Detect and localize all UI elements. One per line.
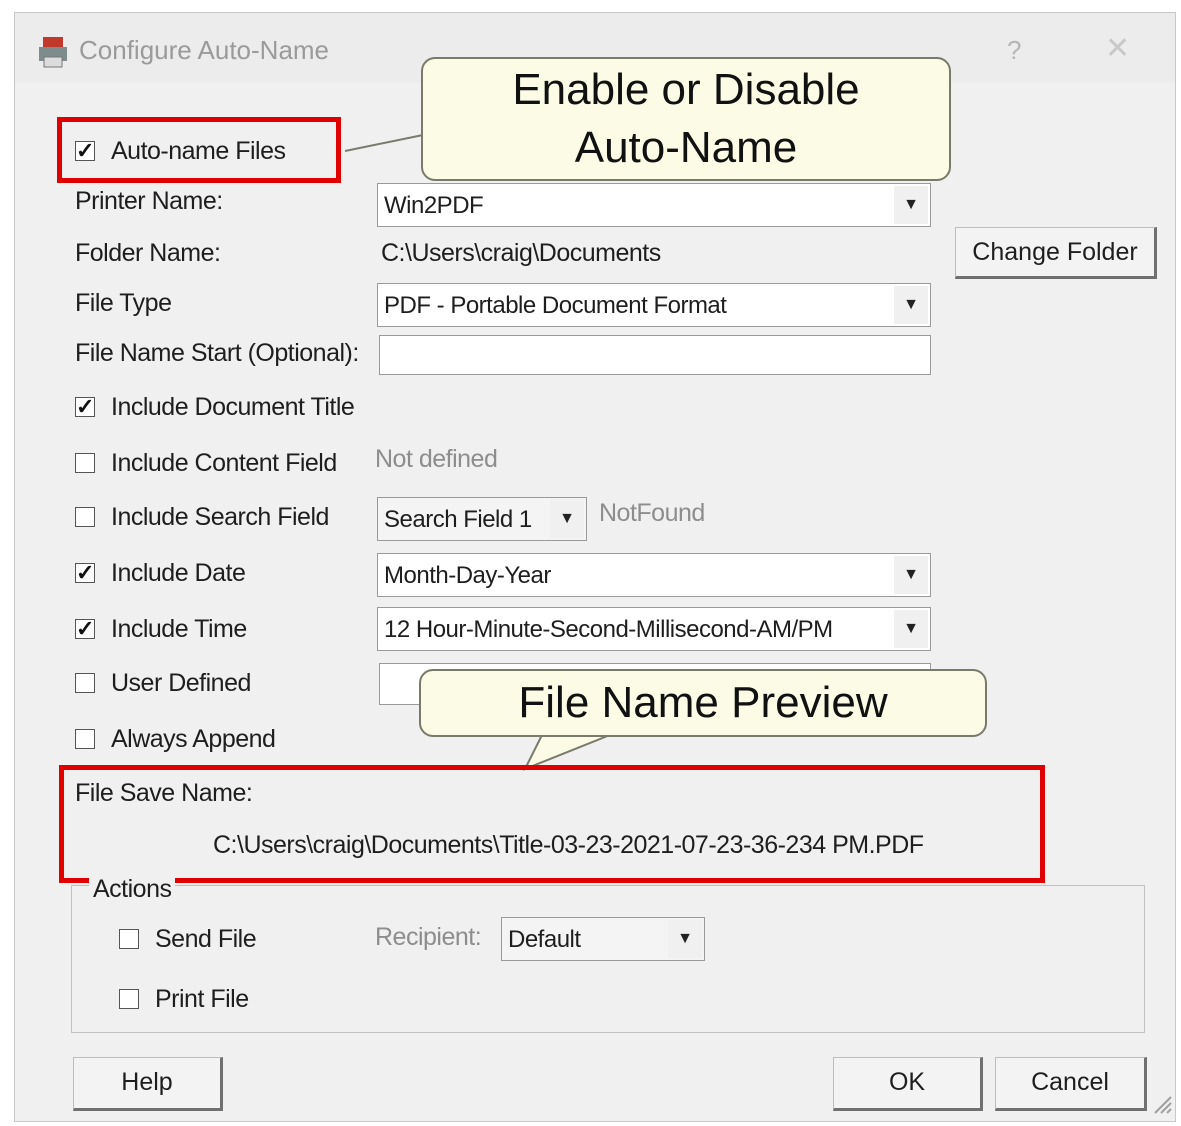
help-icon[interactable]: ? — [1007, 35, 1021, 66]
include-time-label: Include Time — [111, 615, 247, 643]
search-field-select[interactable]: Search Field 1 ▼ — [377, 497, 587, 541]
include-content-field-label: Include Content Field — [111, 449, 337, 477]
send-file-label: Send File — [155, 925, 257, 953]
search-field-status: NotFound — [599, 499, 705, 527]
date-format-value: Month-Day-Year — [384, 562, 551, 589]
include-date-label: Include Date — [111, 559, 246, 587]
chevron-down-icon[interactable]: ▼ — [668, 920, 702, 958]
recipient-label: Recipient: — [375, 923, 482, 951]
print-file-checkbox[interactable] — [119, 989, 139, 1009]
ok-button[interactable]: OK — [833, 1057, 983, 1111]
callout-pointer — [345, 134, 424, 152]
chevron-down-icon[interactable]: ▼ — [550, 500, 584, 538]
cancel-button[interactable]: Cancel — [995, 1057, 1147, 1111]
include-time-checkbox[interactable]: ✓ — [75, 616, 95, 641]
chevron-down-icon[interactable]: ▼ — [894, 186, 928, 224]
file-type-select[interactable]: PDF - Portable Document Format ▼ — [377, 283, 931, 327]
autoname-checkbox[interactable]: ✓ — [75, 138, 95, 163]
file-type-value: PDF - Portable Document Format — [384, 292, 727, 319]
change-folder-button[interactable]: Change Folder — [955, 227, 1157, 279]
printer-name-label: Printer Name: — [75, 187, 223, 215]
file-save-name-label: File Save Name: — [75, 779, 253, 807]
callout-line-2: Auto-Name — [574, 123, 798, 172]
time-format-value: 12 Hour-Minute-Second-Millisecond-AM/PM — [384, 616, 833, 643]
check-icon: ✓ — [76, 394, 95, 419]
resize-grip-icon[interactable] — [1151, 1093, 1173, 1115]
content-field-status: Not defined — [375, 445, 498, 473]
include-date-checkbox[interactable]: ✓ — [75, 560, 95, 585]
user-defined-label: User Defined — [111, 669, 251, 697]
time-format-select[interactable]: 12 Hour-Minute-Second-Millisecond-AM/PM … — [377, 607, 931, 651]
autoname-label: Auto-name Files — [111, 137, 286, 165]
chevron-down-icon[interactable]: ▼ — [894, 556, 928, 594]
check-icon: ✓ — [76, 138, 95, 163]
file-save-name-value: C:\Users\craig\Documents\Title-03-23-202… — [213, 831, 924, 859]
chevron-down-icon[interactable]: ▼ — [894, 286, 928, 324]
print-file-label: Print File — [155, 985, 249, 1013]
include-doc-title-checkbox[interactable]: ✓ — [75, 394, 95, 419]
check-icon: ✓ — [76, 560, 95, 585]
include-search-field-checkbox[interactable] — [75, 507, 95, 527]
window-title: Configure Auto-Name — [79, 35, 330, 65]
search-field-value: Search Field 1 — [384, 506, 532, 533]
printer-name-value: Win2PDF — [384, 192, 484, 219]
actions-legend: Actions — [89, 875, 176, 904]
date-format-select[interactable]: Month-Day-Year ▼ — [377, 553, 931, 597]
chevron-down-icon[interactable]: ▼ — [894, 610, 928, 648]
folder-name-label: Folder Name: — [75, 239, 221, 267]
include-doc-title-label: Include Document Title — [111, 393, 355, 421]
help-button[interactable]: Help — [73, 1057, 223, 1111]
always-append-checkbox[interactable] — [75, 729, 95, 749]
file-type-label: File Type — [75, 289, 172, 317]
file-name-start-label: File Name Start (Optional): — [75, 339, 359, 367]
check-icon: ✓ — [76, 616, 95, 641]
printer-app-icon — [39, 37, 67, 68]
folder-name-value: C:\Users\craig\Documents — [381, 239, 661, 267]
always-append-label: Always Append — [111, 725, 276, 753]
include-content-field-checkbox[interactable] — [75, 453, 95, 473]
recipient-select[interactable]: Default ▼ — [501, 917, 705, 961]
user-defined-checkbox[interactable] — [75, 673, 95, 693]
include-search-field-label: Include Search Field — [111, 503, 329, 531]
file-name-start-input[interactable] — [379, 335, 931, 375]
send-file-checkbox[interactable] — [119, 929, 139, 949]
close-icon[interactable]: ✕ — [1105, 31, 1130, 66]
enable-disable-callout: Enable or Disable Auto-Name — [421, 57, 951, 181]
callout-line-1: Enable or Disable — [512, 65, 860, 114]
configure-auto-name-dialog: Configure Auto-Name ? ✕ ✓ Auto-name File… — [14, 12, 1176, 1122]
printer-name-select[interactable]: Win2PDF ▼ — [377, 183, 931, 227]
recipient-value: Default — [508, 926, 581, 953]
file-name-preview-callout: File Name Preview — [419, 669, 987, 737]
